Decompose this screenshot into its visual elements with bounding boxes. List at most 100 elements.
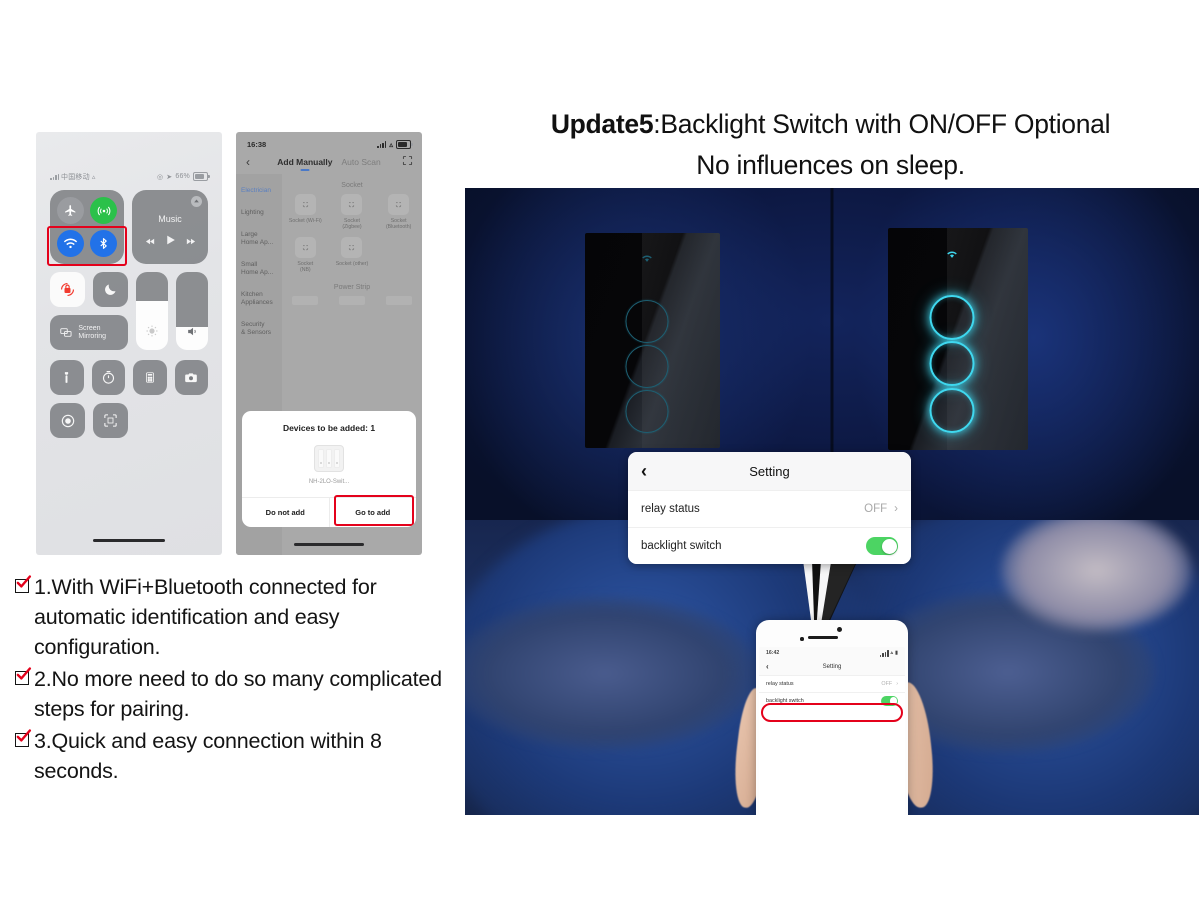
section-title-socket: Socket xyxy=(341,182,363,189)
go-to-add-button[interactable]: Go to add xyxy=(328,498,417,527)
brightness-slider[interactable] xyxy=(136,272,168,350)
navigation-bar: ‹ Add Manually Auto Scan xyxy=(236,150,422,174)
socket-icon xyxy=(341,237,363,258)
earpiece-speaker xyxy=(807,636,838,639)
headline-rest: :Backlight Switch with ON/OFF Optional xyxy=(653,109,1111,139)
wall-switch-backlight-off xyxy=(585,233,720,448)
list-item: 3.Quick and easy connection within 8 sec… xyxy=(14,726,454,786)
cellular-data-icon[interactable] xyxy=(90,197,117,224)
list-item-label: 3.Quick and easy connection within 8 sec… xyxy=(34,729,382,783)
status-bar: 中国移动 ▵ ◎ ➤ 66% xyxy=(36,170,222,183)
screen-mirroring-tile[interactable]: Screen Mirroring xyxy=(50,315,128,350)
device-type-label: Socket (other) xyxy=(335,261,369,267)
setting-callout-card: ‹ Setting relay status OFF › backlight s… xyxy=(628,452,911,564)
switch-button-1[interactable] xyxy=(625,299,669,343)
product-lifestyle-photo: ‹ Setting relay status OFF › backlight s… xyxy=(465,188,1199,815)
headline-prefix: Update5 xyxy=(550,109,654,139)
signal-bars-icon xyxy=(377,141,387,148)
page-root: 中国移动 ▵ ◎ ➤ 66% Music Screen Mirroring 16… xyxy=(0,0,1201,901)
status-bar: 16:38 ▵ xyxy=(236,132,422,150)
switch-button-2[interactable] xyxy=(625,344,669,388)
timer-icon[interactable] xyxy=(91,360,125,395)
power-strip-icon[interactable] xyxy=(338,296,365,305)
smart-life-add-device-screenshot: 16:38 ▵ ‹ Add Manually Auto Scan Electri… xyxy=(236,132,422,555)
checkmark-icon xyxy=(14,575,32,594)
checkmark-icon xyxy=(14,729,32,748)
backlight-toggle[interactable] xyxy=(866,537,898,555)
next-track-icon[interactable] xyxy=(184,234,197,252)
back-button[interactable]: ‹ xyxy=(766,663,769,671)
screen-title: Setting xyxy=(822,664,842,670)
setting-row-relay-status[interactable]: relay status OFF › xyxy=(759,675,905,692)
switch-button-3[interactable] xyxy=(929,387,975,433)
carrier-label: 中国移动 xyxy=(61,173,90,181)
category-lighting[interactable]: Lighting xyxy=(236,202,282,224)
volume-slider[interactable] xyxy=(176,272,208,350)
power-strip-icon[interactable] xyxy=(385,296,412,305)
list-item-label: 2.No more need to do so many complicated… xyxy=(34,667,442,721)
wifi-icon: ▵ xyxy=(890,650,894,656)
switch-button-3[interactable] xyxy=(625,389,669,433)
category-small-home-appliances[interactable]: Small Home Ap... xyxy=(236,254,282,284)
rotation-lock-icon[interactable] xyxy=(50,272,85,307)
switch-button-2[interactable] xyxy=(929,341,975,387)
connectivity-card xyxy=(47,190,127,266)
phone-screen: 16:42 ▵ ▮ ‹ Setting relay status OFF › b… xyxy=(759,647,905,815)
list-item-label: 1.With WiFi+Bluetooth connected for auto… xyxy=(34,575,377,659)
proximity-sensor xyxy=(800,637,804,641)
calculator-icon[interactable] xyxy=(133,360,167,395)
backlight-toggle[interactable] xyxy=(881,696,898,706)
category-security-sensors[interactable]: Security & Sensors xyxy=(236,314,282,344)
row-value: OFF xyxy=(864,503,888,515)
row-label: backlight switch xyxy=(641,540,722,552)
device-type-label: Socket (NB) xyxy=(297,261,314,273)
device-type-item[interactable]: Socket (Bluetooth) xyxy=(375,194,422,230)
camera-icon[interactable] xyxy=(174,360,208,395)
wifi-status-icon: ▵ xyxy=(91,173,96,181)
play-icon[interactable] xyxy=(164,233,177,252)
signal-bars-icon xyxy=(879,650,889,657)
wifi-icon xyxy=(945,247,960,265)
do-not-add-button[interactable]: Do not add xyxy=(242,498,329,527)
page-title: Update5:Backlight Switch with ON/OFF Opt… xyxy=(460,104,1201,186)
row-label: relay status xyxy=(641,503,700,515)
phone-top-bezel xyxy=(756,620,908,647)
list-item: 2.No more need to do so many complicated… xyxy=(14,664,454,724)
tab-add-manually[interactable]: Add Manually xyxy=(277,157,332,167)
chevron-right-icon: › xyxy=(894,503,898,515)
bluetooth-icon[interactable] xyxy=(90,230,117,257)
airplay-icon[interactable] xyxy=(191,196,202,207)
setting-row-backlight-switch[interactable]: backlight switch xyxy=(759,692,905,709)
power-strip-icon[interactable] xyxy=(292,296,319,305)
setting-row-relay-status[interactable]: relay status OFF › xyxy=(628,490,911,527)
do-not-disturb-icon[interactable] xyxy=(93,272,128,307)
alarm-icon: ◎ xyxy=(156,173,164,181)
device-type-item[interactable]: Socket (Wi-Fi) xyxy=(282,194,329,230)
back-button[interactable]: ‹ xyxy=(641,462,647,480)
scan-icon[interactable] xyxy=(402,153,413,171)
switch-button-1[interactable] xyxy=(929,294,975,340)
signal-bars-icon xyxy=(50,173,59,180)
category-large-home-appliances[interactable]: Large Home Ap... xyxy=(236,224,282,254)
chevron-right-icon: › xyxy=(896,681,898,687)
battery-percent-label: 66% xyxy=(175,173,190,180)
previous-track-icon[interactable] xyxy=(144,234,157,252)
qr-code-scanner-icon[interactable] xyxy=(93,403,128,438)
clock-label: 16:42 xyxy=(766,650,780,656)
tab-auto-scan[interactable]: Auto Scan xyxy=(342,157,381,167)
device-type-label: Socket (Bluetooth) xyxy=(385,218,412,230)
category-electrician[interactable]: Electrician xyxy=(236,180,282,202)
wifi-icon[interactable] xyxy=(57,230,84,257)
device-type-item[interactable]: Socket (NB) xyxy=(282,237,329,273)
device-type-item[interactable]: Socket (other) xyxy=(329,237,376,273)
clock-label: 16:38 xyxy=(247,139,267,149)
left-panel: 中国移动 ▵ ◎ ➤ 66% Music Screen Mirroring 16… xyxy=(0,0,460,901)
music-widget[interactable]: Music xyxy=(132,190,208,264)
control-center-grid: Music Screen Mirroring xyxy=(47,190,208,438)
airplane-mode-icon[interactable] xyxy=(57,197,84,224)
category-kitchen-appliances[interactable]: Kitchen Appliances xyxy=(236,284,282,314)
device-type-item[interactable]: Socket (Zigbee) xyxy=(329,194,376,230)
setting-row-backlight-switch[interactable]: backlight switch xyxy=(628,527,911,564)
flashlight-icon[interactable] xyxy=(50,360,84,395)
screen-record-icon[interactable] xyxy=(50,403,85,438)
